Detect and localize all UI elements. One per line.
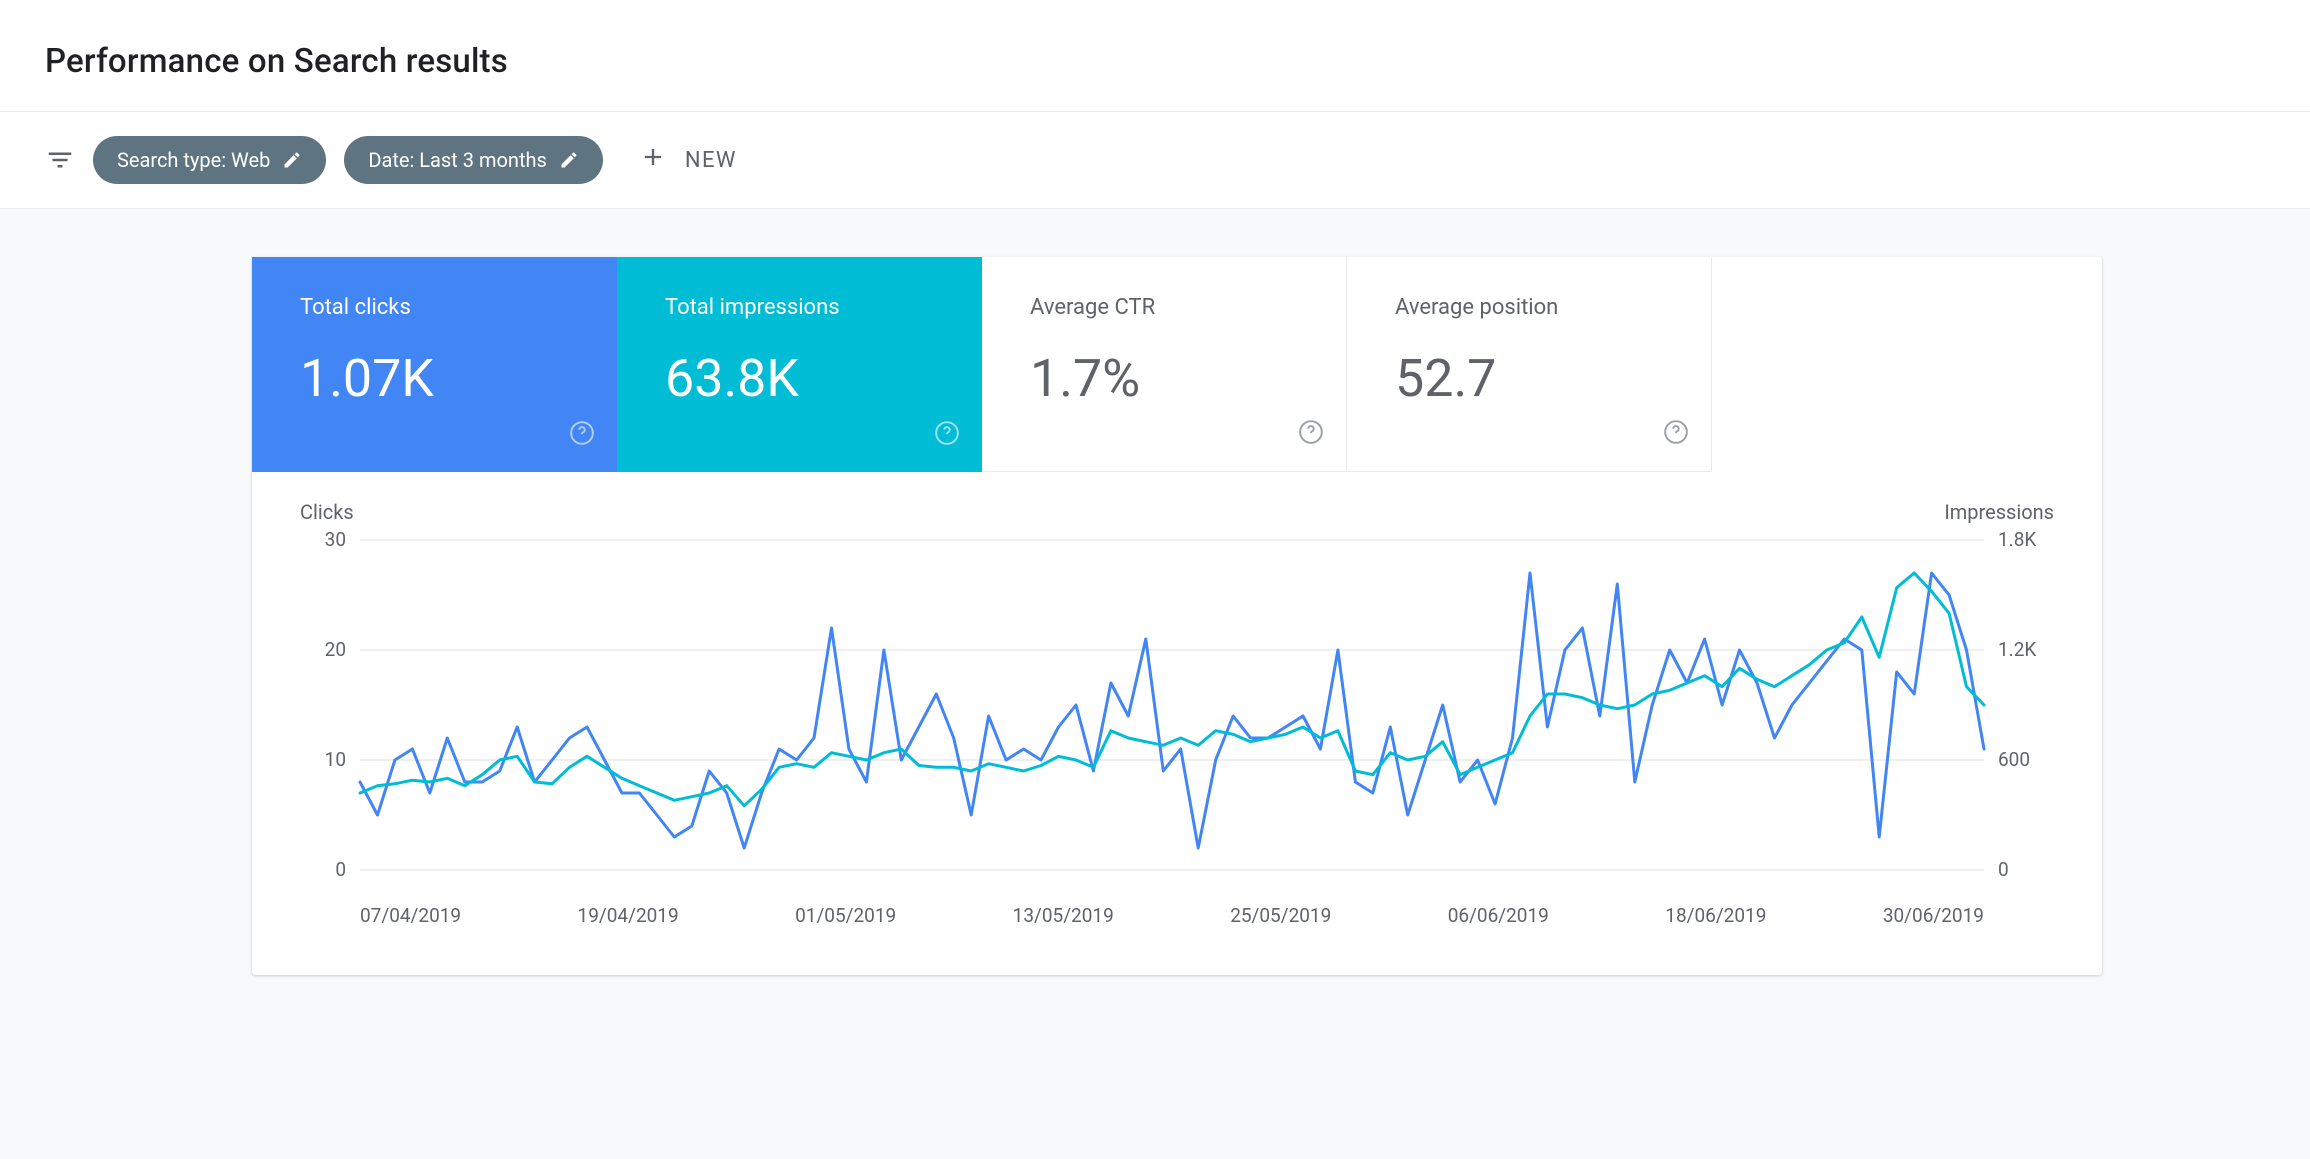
page-title: Performance on Search results (45, 42, 2265, 81)
metric-value: 1.07K (300, 348, 579, 409)
x-axis-ticks: 07/04/2019 19/04/2019 01/05/2019 13/05/2019… (300, 904, 2054, 927)
add-filter-button[interactable]: NEW (639, 143, 737, 177)
metric-value: 1.7% (1030, 348, 1308, 409)
svg-text:20: 20 (325, 638, 346, 661)
metric-tile-clicks[interactable]: Total clicks 1.07K (252, 257, 617, 472)
filter-chip-search-type[interactable]: Search type: Web (93, 136, 326, 184)
x-tick: 07/04/2019 (360, 904, 461, 927)
svg-text:1.8K: 1.8K (1998, 530, 2036, 551)
help-icon[interactable] (569, 420, 595, 450)
help-icon[interactable] (934, 420, 960, 450)
svg-text:0: 0 (335, 858, 346, 881)
metric-label: Total impressions (665, 295, 944, 320)
svg-text:600: 600 (1998, 748, 2030, 771)
plus-icon (639, 143, 667, 177)
x-tick: 19/04/2019 (578, 904, 679, 927)
svg-text:10: 10 (325, 748, 346, 771)
help-icon[interactable] (1298, 419, 1324, 449)
svg-text:0: 0 (1998, 858, 2009, 881)
x-tick: 06/06/2019 (1448, 904, 1549, 927)
x-tick: 18/06/2019 (1665, 904, 1766, 927)
x-tick: 25/05/2019 (1230, 904, 1331, 927)
metric-label: Average CTR (1030, 295, 1308, 320)
svg-text:30: 30 (325, 530, 346, 551)
filter-bar: Search type: Web Date: Last 3 months NEW (0, 112, 2310, 209)
svg-text:1.2K: 1.2K (1998, 638, 2036, 661)
metric-tile-ctr[interactable]: Average CTR 1.7% (982, 257, 1347, 472)
help-icon[interactable] (1663, 419, 1689, 449)
add-filter-label: NEW (685, 148, 737, 173)
metric-label: Average position (1395, 295, 1673, 320)
metric-tile-impressions[interactable]: Total impressions 63.8K (617, 257, 982, 472)
page-header: Performance on Search results (0, 0, 2310, 112)
pencil-icon (559, 150, 579, 170)
performance-card: Total clicks 1.07K Total impressions 63.… (252, 257, 2102, 975)
filter-chip-date[interactable]: Date: Last 3 months (344, 136, 603, 184)
x-tick: 01/05/2019 (795, 904, 896, 927)
performance-chart[interactable]: 30 1.8K 20 1.2K 10 600 0 0 (300, 530, 2054, 890)
metric-label: Total clicks (300, 295, 579, 320)
filter-chip-label: Search type: Web (117, 148, 270, 172)
x-tick: 30/06/2019 (1883, 904, 1984, 927)
filter-chip-label: Date: Last 3 months (368, 148, 547, 172)
filter-icon[interactable] (45, 145, 75, 175)
x-tick: 13/05/2019 (1013, 904, 1114, 927)
metric-tile-position[interactable]: Average position 52.7 (1347, 257, 1712, 472)
metric-value: 52.7 (1395, 348, 1673, 409)
metric-row: Total clicks 1.07K Total impressions 63.… (252, 257, 2102, 472)
metric-value: 63.8K (665, 348, 944, 409)
content-area: Total clicks 1.07K Total impressions 63.… (0, 209, 2310, 1159)
pencil-icon (282, 150, 302, 170)
left-axis-label: Clicks (300, 500, 354, 524)
chart-container: Clicks Impressions 30 1.8K 20 1.2K 10 600 0 0 0… (252, 472, 2102, 975)
right-axis-label: Impressions (1944, 500, 2054, 524)
